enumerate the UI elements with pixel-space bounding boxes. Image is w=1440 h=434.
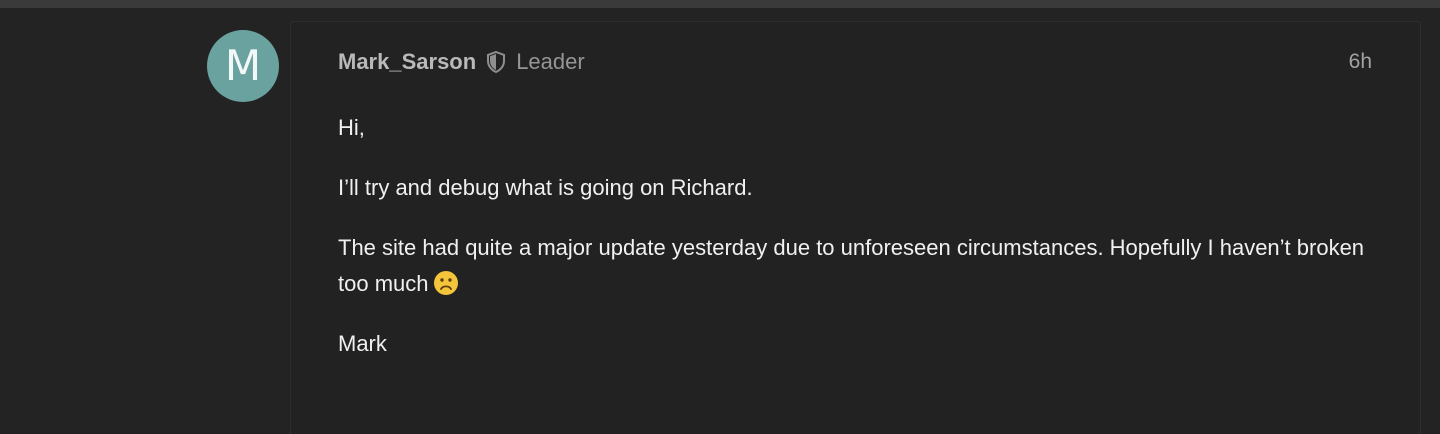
- post-paragraph-2: The site had quite a major update yester…: [338, 230, 1388, 302]
- shield-icon: [486, 50, 506, 74]
- top-bar: [0, 0, 1440, 8]
- post-paragraph-1: I’ll try and debug what is going on Rich…: [338, 175, 753, 200]
- author-role: Leader: [516, 49, 585, 74]
- post-time[interactable]: 6h: [1349, 50, 1372, 74]
- post-card: Mark_Sarson Leader 6h Hi, I’ll try and d…: [290, 21, 1421, 434]
- author-avatar[interactable]: M: [207, 30, 279, 102]
- topic-page: M Mark_Sarson Leader 6h Hi, I’ll try and…: [0, 0, 1440, 434]
- author-username[interactable]: Mark_Sarson: [338, 49, 476, 75]
- post-paragraph-2-text: The site had quite a major update yester…: [338, 235, 1365, 296]
- post-header: Mark_Sarson Leader 6h: [338, 48, 1372, 76]
- post-body: Hi, I’ll try and debug what is going on …: [338, 110, 1388, 386]
- post-signoff: Mark: [338, 331, 387, 356]
- frowning-face-emoji: [433, 270, 459, 296]
- post-greeting: Hi,: [338, 115, 365, 140]
